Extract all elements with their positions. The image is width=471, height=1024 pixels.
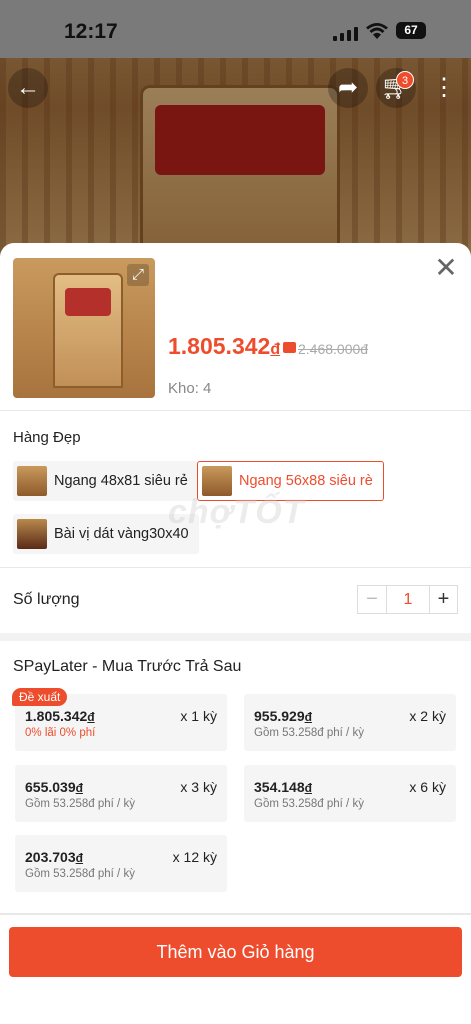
arrow-left-icon: ←: [16, 74, 40, 101]
more-vertical-icon: ⋮: [432, 74, 456, 101]
divider: [0, 913, 471, 915]
product-price: 1.805.342đ: [168, 333, 297, 360]
plan-fee: Gồm 53.258đ phí / kỳ: [254, 727, 364, 739]
plan-currency: đ: [304, 781, 312, 795]
close-icon[interactable]: ✕: [433, 254, 459, 282]
divider: [0, 410, 471, 411]
cart-count-badge: 3: [396, 71, 414, 89]
product-thumbnail[interactable]: ⤢: [13, 258, 155, 398]
plan-amount-value: 1.805.342: [25, 708, 88, 724]
price-currency: đ: [270, 341, 281, 358]
add-to-cart-button[interactable]: Thêm vào Giỏ hàng: [9, 927, 462, 977]
section-divider: [0, 633, 471, 641]
variant-label: Ngang 48x81 siêu rẻ: [54, 473, 188, 489]
price-value: 1.805.342: [168, 333, 271, 359]
stock-count: Kho: 4: [168, 380, 212, 397]
plan-fee: Gồm 53.258đ phí / kỳ: [254, 798, 364, 810]
variant-label: Ngang 56x88 siêu rè: [239, 473, 373, 489]
original-price: 2.468.000đ: [298, 341, 369, 357]
plan-term: x 1 kỳ: [180, 708, 217, 724]
back-button[interactable]: ←: [8, 68, 48, 108]
plan-amount: 203.703đ: [25, 849, 83, 865]
expand-icon[interactable]: ⤢: [127, 264, 149, 286]
plan-term: x 3 kỳ: [180, 779, 217, 795]
signal-icon: [333, 27, 358, 41]
plan-fee: Gồm 53.258đ phí / kỳ: [25, 798, 135, 810]
plan-currency: đ: [75, 851, 83, 865]
plan-term: x 2 kỳ: [409, 708, 446, 724]
plan-fee: Gồm 53.258đ phí / kỳ: [25, 868, 135, 880]
altar-thumb-red: [65, 288, 111, 316]
plan-term: x 12 kỳ: [172, 849, 217, 865]
status-time: 12:17: [64, 20, 118, 43]
more-button[interactable]: ⋮: [424, 68, 464, 108]
watermark-logo: chợTỐT: [168, 493, 305, 531]
battery-icon: 67: [396, 22, 426, 39]
variant-bottom-sheet: ⤢ 1.805.342đ 2.468.000đ Kho: 4 ✕ Hàng Đẹ…: [0, 243, 471, 1024]
variant-thumb: [17, 466, 47, 496]
installment-plan-3[interactable]: 655.039đ x 3 kỳ Gồm 53.258đ phí / kỳ: [15, 765, 227, 822]
share-icon: ➦: [337, 74, 359, 101]
plan-amount: 955.929đ: [254, 708, 312, 724]
plan-fee: 0% lãi 0% phí: [25, 727, 96, 739]
quantity-label: Số lượng: [13, 591, 80, 608]
plan-amount-value: 354.148: [254, 779, 305, 795]
plan-currency: đ: [304, 710, 312, 724]
plan-amount-value: 655.039: [25, 779, 76, 795]
quantity-decrease-button[interactable]: −: [358, 586, 386, 613]
wifi-icon: [366, 23, 388, 39]
status-bar: 12:17 67: [0, 0, 471, 58]
plan-currency: đ: [87, 710, 95, 724]
plan-term: x 6 kỳ: [409, 779, 446, 795]
plan-amount-value: 955.929: [254, 708, 305, 724]
recommended-badge: Đề xuất: [12, 688, 68, 706]
quantity-stepper: − 1 +: [357, 585, 458, 614]
plan-amount: 1.805.342đ: [25, 708, 95, 724]
plan-amount: 655.039đ: [25, 779, 83, 795]
top-nav: ← ➦ 🛒︎ 3 ⋮: [0, 68, 471, 112]
quantity-input[interactable]: 1: [386, 586, 430, 613]
plan-amount: 354.148đ: [254, 779, 312, 795]
divider: [0, 567, 471, 568]
variant-thumb: [17, 519, 47, 549]
installment-plan-2[interactable]: 955.929đ x 2 kỳ Gồm 53.258đ phí / kỳ: [244, 694, 456, 751]
spaylater-title: SPayLater - Mua Trước Trả Sau: [13, 658, 242, 675]
share-button[interactable]: ➦: [328, 68, 368, 108]
plan-currency: đ: [75, 781, 83, 795]
plan-amount-value: 203.703: [25, 849, 76, 865]
installment-plan-6[interactable]: 354.148đ x 6 kỳ Gồm 53.258đ phí / kỳ: [244, 765, 456, 822]
installment-plan-12[interactable]: 203.703đ x 12 kỳ Gồm 53.258đ phí / kỳ: [15, 835, 227, 892]
variant-thumb: [202, 466, 232, 496]
xtra-icon: [283, 342, 297, 353]
variant-group-title: Hàng Đẹp: [13, 429, 81, 446]
quantity-increase-button[interactable]: +: [430, 586, 457, 613]
